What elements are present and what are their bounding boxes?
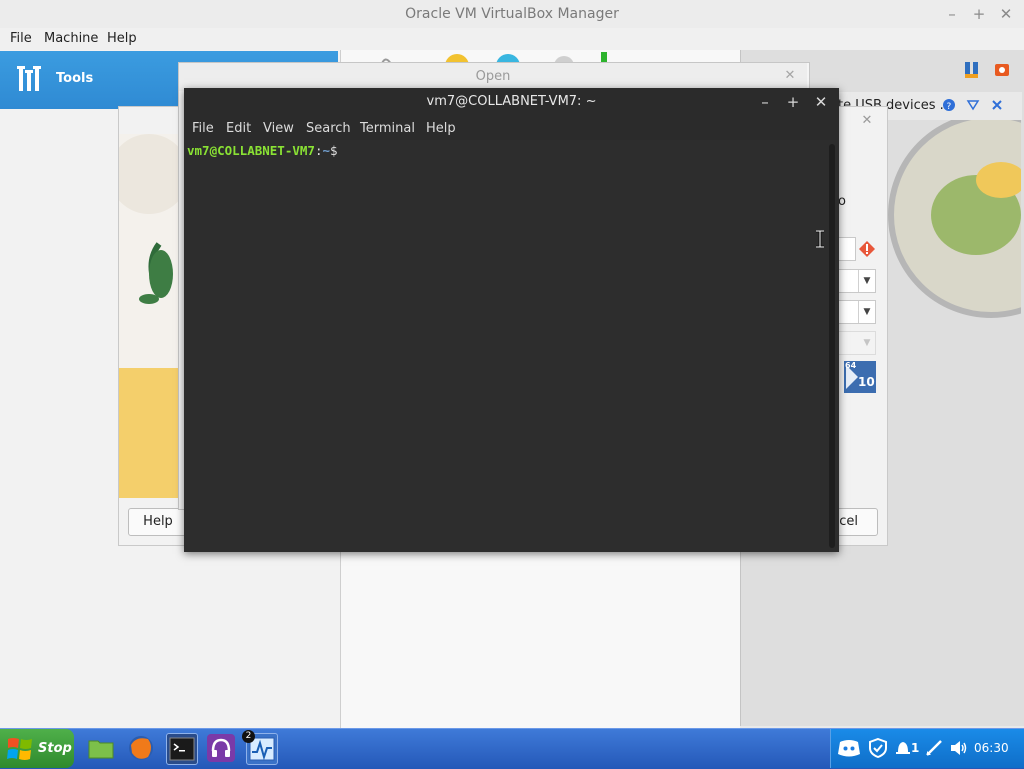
machine-tools-icon[interactable]	[993, 60, 1013, 80]
terminal-close-button[interactable]: ✕	[810, 88, 832, 116]
chevron-down-icon: ▼	[858, 270, 875, 292]
vbox-menu-machine[interactable]: Machine	[44, 31, 98, 46]
audio-app-taskbar-button[interactable]	[206, 733, 236, 763]
wizard-edition-dropdown: ▼	[838, 331, 876, 355]
file-manager-taskbar-button[interactable]	[86, 733, 116, 763]
shield-icon[interactable]	[869, 738, 887, 758]
terminal-menu-help[interactable]: Help	[426, 121, 456, 136]
terminal-menu-terminal[interactable]: Terminal	[360, 121, 415, 136]
wizard-folder-dropdown[interactable]: ▼	[838, 269, 876, 293]
notification-count: 1	[911, 741, 920, 755]
illustration-floor	[119, 368, 181, 498]
start-label: Stop	[38, 741, 72, 756]
tools-icon	[17, 66, 41, 91]
terminal-icon	[169, 737, 195, 761]
wizard-help-button[interactable]: Help	[128, 508, 188, 536]
network-icon[interactable]	[925, 739, 943, 757]
wizard-close-button[interactable]: ✕	[858, 112, 876, 130]
windows-logo-icon	[7, 738, 32, 760]
firefox-icon	[129, 736, 153, 760]
wizard-iso-dropdown[interactable]: ▼	[838, 300, 876, 324]
global-tools-icon[interactable]	[963, 60, 981, 80]
minimize-notification-icon[interactable]	[966, 98, 980, 112]
firefox-taskbar-button[interactable]	[126, 733, 156, 763]
terminal-maximize-button[interactable]: +	[782, 88, 804, 116]
terminal-menu-view[interactable]: View	[263, 121, 294, 136]
wizard-partial-text: o	[838, 194, 846, 209]
close-notification-icon[interactable]	[990, 98, 1004, 112]
prompt-symbol: $	[330, 143, 338, 158]
prompt-path: ~	[322, 143, 330, 158]
vbox-menubar: File Machine Help	[0, 28, 1024, 50]
notification-bell-icon[interactable]	[895, 739, 911, 757]
headphones-icon	[207, 734, 235, 762]
vbox-title: Oracle VM VirtualBox Manager	[405, 6, 619, 22]
terminal-titlebar: vm7@COLLABNET-VM7: ~	[184, 88, 839, 116]
terminal-taskbar-button[interactable]	[166, 733, 198, 765]
wizard-illustration	[119, 134, 181, 498]
open-dialog-close-button[interactable]: ✕	[782, 68, 798, 84]
system-tray: 1 06:30	[830, 729, 1024, 768]
volume-icon[interactable]	[949, 739, 969, 757]
clock[interactable]: 06:30	[974, 741, 1009, 755]
folder-icon	[88, 740, 114, 759]
terminal-menubar: File Edit View Search Terminal Help	[184, 116, 839, 140]
discord-icon[interactable]	[837, 738, 861, 758]
window-count-badge: 2	[242, 730, 255, 743]
os-type-icon: 64 10	[844, 361, 876, 393]
open-dialog-title: Open	[179, 63, 807, 91]
text-cursor-icon	[816, 230, 824, 248]
help-icon[interactable]: ?	[942, 98, 956, 112]
vbox-close-button[interactable]: ✕	[994, 0, 1018, 28]
chevron-down-icon: ▼	[863, 338, 871, 348]
terminal-minimize-button[interactable]: –	[754, 88, 776, 116]
shell-prompt: vm7@COLLABNET-VM7:~$	[187, 143, 338, 158]
terminal-scrollbar[interactable]	[829, 144, 835, 548]
vbox-titlebar: Oracle VM VirtualBox Manager – + ✕	[0, 0, 1024, 29]
terminal-menu-file[interactable]: File	[192, 121, 214, 136]
chevron-down-icon: ▼	[858, 301, 875, 323]
warning-icon	[859, 241, 875, 257]
start-button[interactable]: Stop	[0, 729, 74, 768]
os-badge-bits: 64	[845, 361, 857, 370]
terminal-menu-edit[interactable]: Edit	[226, 121, 251, 136]
prompt-user-host: vm7@COLLABNET-VM7	[187, 143, 315, 158]
terminal-output[interactable]: vm7@COLLABNET-VM7:~$	[184, 140, 829, 552]
vbox-menu-file[interactable]: File	[10, 31, 32, 46]
system-monitor-taskbar-button[interactable]: 2	[242, 730, 278, 765]
vbox-minimize-button[interactable]: –	[940, 0, 964, 28]
tools-label: Tools	[56, 71, 94, 86]
os-badge-version: 10	[858, 375, 875, 389]
vbox-menu-help[interactable]: Help	[107, 31, 137, 46]
vbox-maximize-button[interactable]: +	[967, 0, 991, 28]
terminal-menu-search[interactable]: Search	[306, 121, 351, 136]
wizard-name-field[interactable]	[838, 237, 856, 261]
vm-preview-image	[888, 120, 1021, 318]
svg-text:?: ?	[947, 102, 952, 112]
terminal-title: vm7@COLLABNET-VM7: ~	[426, 94, 597, 109]
